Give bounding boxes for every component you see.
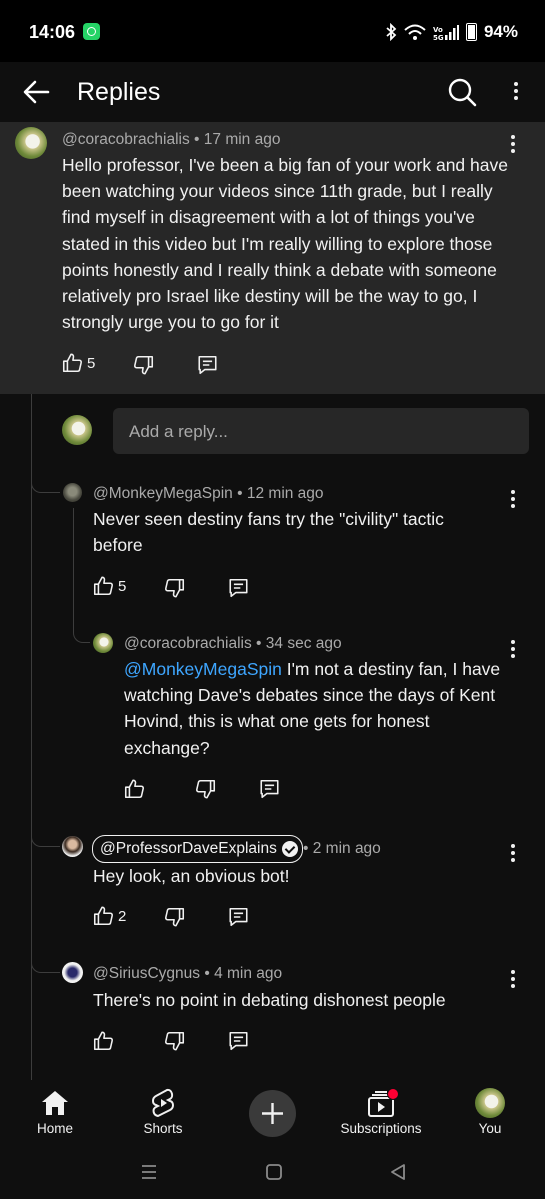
like-count: 5 <box>87 354 96 372</box>
comment-age: • 17 min ago <box>194 131 281 148</box>
like-button[interactable]: 5 <box>61 352 95 374</box>
wifi-icon <box>404 24 426 40</box>
bottom-nav: Home Shorts Subscriptions You <box>0 1080 545 1150</box>
thumbs-down-icon[interactable] <box>133 354 155 376</box>
notification-dot <box>387 1088 399 1100</box>
thread-connector <box>31 470 60 493</box>
whatsapp-notification-icon <box>83 23 100 40</box>
status-time: 14:06 <box>29 22 76 42</box>
verified-check-icon <box>281 841 298 857</box>
comment-age: • 12 min ago <box>237 485 324 502</box>
status-indicators: Vo 5G 94% <box>385 22 518 42</box>
comment-menu-icon[interactable] <box>511 844 517 865</box>
thread-line <box>31 394 32 1080</box>
comment-author: @ProfessorDaveExplains <box>100 840 277 857</box>
nav-subscriptions-label: Subscriptions <box>340 1121 422 1136</box>
thumbs-down-icon[interactable] <box>164 577 186 599</box>
thumbs-down-icon[interactable] <box>164 906 186 928</box>
comment-text: Never seen destiny fans try the "civilit… <box>93 509 444 556</box>
creator-badge[interactable]: @ProfessorDaveExplains <box>92 835 303 863</box>
home-system-icon[interactable] <box>265 1163 283 1181</box>
mention-link[interactable]: @MonkeyMegaSpin <box>124 659 282 679</box>
comment-text: Hey look, an obvious bot! <box>93 866 290 886</box>
thread-connector <box>31 948 60 973</box>
comment-text: Hello professor, I've been a big fan of … <box>62 155 508 333</box>
app-bar: Replies <box>0 62 545 122</box>
top-comment: @coracobrachialis • 17 min ago Hello pro… <box>0 122 545 394</box>
battery-icon <box>465 23 477 41</box>
comment-menu-icon[interactable] <box>511 490 517 511</box>
plus-icon <box>262 1103 283 1124</box>
nav-you-label: You <box>478 1121 502 1136</box>
avatar[interactable] <box>62 962 83 983</box>
avatar[interactable] <box>62 836 83 857</box>
comment-author[interactable]: @MonkeyMegaSpin <box>93 485 233 502</box>
svg-text:5G: 5G <box>433 34 444 41</box>
reply-icon[interactable] <box>196 354 219 376</box>
shorts-icon <box>152 1088 174 1118</box>
recent-apps-icon[interactable] <box>140 1163 158 1181</box>
my-avatar <box>62 415 92 445</box>
create-button[interactable] <box>249 1090 296 1137</box>
like-button[interactable]: 5 <box>92 575 126 597</box>
reply-icon[interactable] <box>227 577 250 599</box>
like-count: 2 <box>118 907 127 925</box>
back-arrow-icon[interactable] <box>22 79 50 105</box>
add-reply-placeholder: Add a reply... <box>129 422 228 441</box>
reply-icon[interactable] <box>227 1030 250 1052</box>
avatar[interactable] <box>93 633 113 653</box>
comment-text: @MonkeyMegaSpin I'm not a destiny fan, I… <box>124 656 516 761</box>
thumbs-up-icon[interactable] <box>92 1030 114 1052</box>
avatar <box>475 1088 505 1118</box>
home-icon <box>42 1091 68 1115</box>
status-bar: 14:06 Vo 5G 94% <box>0 0 545 62</box>
comment-age: • 34 sec ago <box>256 635 342 652</box>
thread-connector <box>73 616 90 643</box>
thumbs-up-icon <box>62 353 83 373</box>
add-reply-input[interactable]: Add a reply... <box>113 408 529 454</box>
like-button[interactable]: 2 <box>92 905 126 927</box>
battery-percent: 94% <box>483 22 518 41</box>
thread-connector <box>31 822 60 847</box>
comment-author[interactable]: @coracobrachialis <box>62 131 190 148</box>
svg-text:Vo: Vo <box>433 26 443 34</box>
nav-shorts-label: Shorts <box>143 1121 183 1136</box>
thread-line <box>73 508 74 616</box>
thumbs-up-icon <box>93 906 114 926</box>
more-options-icon[interactable] <box>514 82 520 103</box>
thumbs-down-icon[interactable] <box>195 778 217 800</box>
comment-author[interactable]: @coracobrachialis <box>124 635 252 652</box>
page-title: Replies <box>77 78 161 106</box>
bluetooth-icon <box>386 23 397 41</box>
thumbs-up-icon[interactable] <box>123 778 145 800</box>
reply-icon[interactable] <box>258 778 281 800</box>
comment-author[interactable]: @SiriusCygnus <box>93 965 200 982</box>
thumbs-up-icon <box>93 576 114 596</box>
cell-signal-icon: Vo5G <box>433 24 459 41</box>
reply-icon[interactable] <box>227 906 250 928</box>
search-icon[interactable] <box>447 77 477 107</box>
like-count: 5 <box>118 577 127 595</box>
avatar[interactable] <box>15 127 47 159</box>
comment-age: • 2 min ago <box>303 840 381 857</box>
nav-home-label: Home <box>36 1121 73 1136</box>
system-nav-bar <box>0 1150 545 1199</box>
avatar[interactable] <box>63 483 82 502</box>
thumbs-down-icon[interactable] <box>164 1030 186 1052</box>
comment-text: There's no point in debating dishonest p… <box>93 990 446 1010</box>
back-system-icon[interactable] <box>389 1163 407 1181</box>
comment-age: • 4 min ago <box>204 965 283 982</box>
